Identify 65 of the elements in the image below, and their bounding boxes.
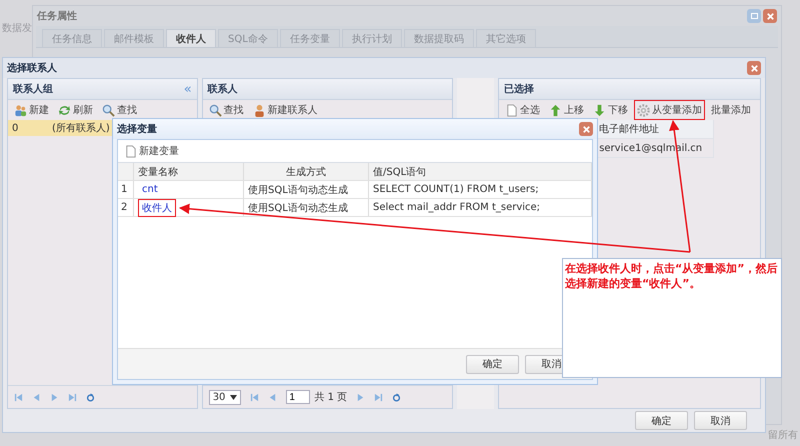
close-button[interactable] [763,9,777,23]
dropdown-arrow-icon [230,394,238,400]
up-arrow-icon [549,104,562,116]
dialog-button[interactable]: 确定 [635,411,688,430]
panel-title: 联系人 [208,82,238,96]
next-page-icon[interactable] [356,392,366,402]
person-icon [252,104,266,116]
variable-name-link[interactable]: 收件人 [138,198,176,216]
page-size-select[interactable]: 30 [208,390,242,404]
footer-text: 留所有 [768,428,798,442]
page-icon [124,144,137,158]
toolbar-button[interactable]: 新建联系人 [250,100,321,120]
new-variable-button[interactable]: 新建变量 [121,141,182,161]
page-input[interactable]: 1 [286,390,310,404]
close-button[interactable] [579,122,593,136]
window-title: 任务属性 [37,10,77,23]
toolbar-button[interactable]: 查找 [99,100,140,120]
sidebar-text: 数据发 [2,22,32,35]
variable-name-link[interactable]: cnt [138,182,162,197]
toolbar-button[interactable]: 批量添加 [708,100,754,120]
refresh-icon [58,104,71,116]
close-button[interactable] [747,61,761,75]
last-page-icon[interactable] [68,392,77,402]
panel-title: 联系人组 [13,82,53,96]
dialog-title: 选择变量 [117,122,157,136]
panel-title: 已选择 [504,82,534,96]
next-page-icon[interactable] [50,392,59,402]
last-page-icon[interactable] [374,392,384,402]
refresh-icon[interactable] [392,392,402,402]
toolbar-button[interactable]: 从变量添加 [634,100,706,120]
previous-page-icon[interactable] [32,392,41,402]
refresh-icon[interactable] [86,392,95,402]
previous-page-icon[interactable] [268,392,278,402]
toolbar-button[interactable]: 下移 [590,100,632,120]
close-icon [766,12,774,20]
table-cell: SELECT COUNT(1) FROM t_users; [369,181,592,198]
dialog-button[interactable]: 取消 [694,411,747,430]
toolbar-button[interactable]: 全选 [502,100,544,120]
first-page-icon[interactable] [250,392,260,402]
toolbar-button[interactable]: 新建 [11,100,52,120]
page-count: 共 1 页 [314,390,348,404]
dialog-title: 选择联系人 [7,62,57,75]
gear-icon [637,104,650,116]
dialog-button[interactable]: 确定 [466,354,519,374]
minimize-button[interactable] [747,9,761,23]
people-icon [14,104,27,116]
search-icon [102,104,115,116]
row-number: 1 [118,181,134,198]
row-number: 2 [118,199,134,216]
close-icon [750,64,758,72]
close-icon [582,124,590,134]
table-cell: 使用SQL语句动态生成 [244,181,369,198]
toolbar-button[interactable]: 刷新 [55,100,96,120]
down-arrow-icon [593,104,606,116]
column-header: 生成方式 [244,163,369,180]
toolbar-button[interactable]: 查找 [206,100,247,120]
first-page-icon[interactable] [14,392,23,402]
toolbar-button[interactable]: 上移 [546,100,588,120]
table-cell: Select mail_addr FROM t_service; [369,199,592,216]
column-header: 变量名称 [134,163,244,180]
annotation-text: 在选择收件人时，点击“从变量添加”，然后选择新建的变量“收件人”。 [565,261,778,291]
column-header: 值/SQL语句 [369,163,592,180]
search-icon [208,104,222,116]
tab[interactable]: 收件人 [166,29,216,47]
table-cell: 使用SQL语句动态生成 [244,199,369,216]
